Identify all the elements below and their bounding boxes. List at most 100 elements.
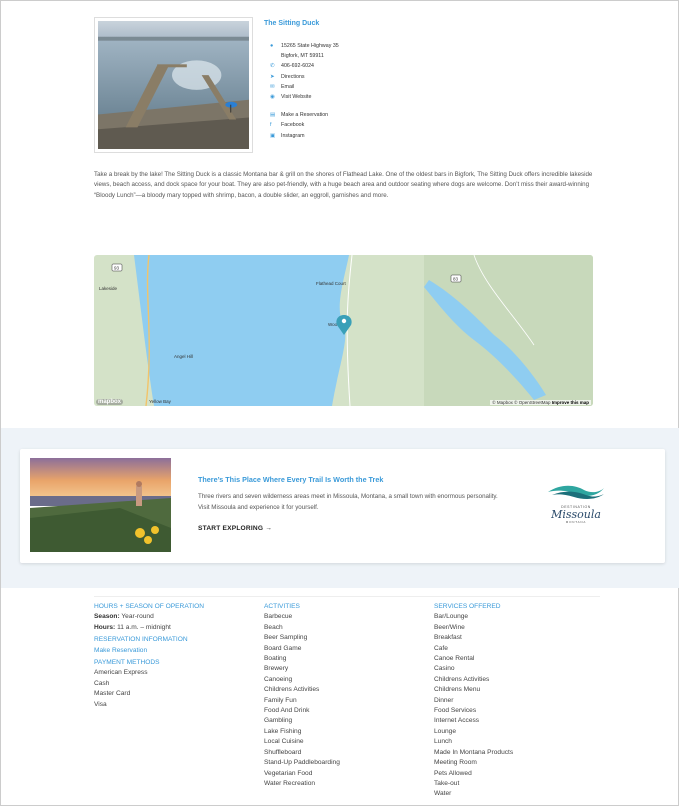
season-value: Year-round <box>121 613 154 621</box>
payment-item: Cash <box>94 679 110 687</box>
service-item: Childrens Activities <box>434 675 490 683</box>
map-label-lakeside: Lakeside <box>99 286 118 291</box>
service-item: Lounge <box>434 727 457 735</box>
activity-item: Food And Drink <box>264 707 310 715</box>
activity-item: Canoeing <box>264 675 293 683</box>
service-item: Meeting Room <box>434 759 477 767</box>
activity-item: Local Cuisine <box>264 738 304 746</box>
mapbox-logo[interactable]: mapbox <box>96 399 124 405</box>
reservation-heading: RESERVATION INFORMATION <box>94 636 188 644</box>
activity-item: Family Fun <box>264 696 297 704</box>
service-item: Cafe <box>434 644 448 652</box>
service-item: Beer/Wine <box>434 623 465 631</box>
services-column: SERVICES OFFERED Bar/Lounge Beer/Wine Br… <box>434 602 513 800</box>
promo-cta-label[interactable]: START EXPLORING <box>198 525 263 532</box>
service-item: Internet Access <box>434 717 480 725</box>
listing-description: Take a break by the lake! The Sitting Du… <box>94 171 593 199</box>
activity-item: Barbecue <box>264 613 293 621</box>
listing-title[interactable]: The Sitting Duck <box>264 20 319 27</box>
address-row: ● 15265 State Highway 35 Bigfork, MT 5991… <box>270 41 339 61</box>
activities-column: ACTIVITIES Barbecue Beach Beer Sampling … <box>264 602 340 789</box>
directions-row[interactable]: ➤ Directions <box>270 72 339 82</box>
map-label-yellow-bay: Yellow Bay <box>149 399 172 404</box>
service-item: Pets Allowed <box>434 769 472 777</box>
activity-item: Shuffleboard <box>264 748 302 756</box>
payment-item: Visa <box>94 700 107 708</box>
map-label-angel-hill: Angel Hill <box>174 354 193 359</box>
hours-value: 11 a.m. – midnight <box>117 623 171 631</box>
logo-wave-icon <box>548 485 604 499</box>
activity-item: Boating <box>264 655 287 663</box>
activity-item: Brewery <box>264 665 289 673</box>
payment-heading: PAYMENT METHODS <box>94 659 160 667</box>
improve-map-link[interactable]: Improve this map <box>552 400 589 405</box>
globe-icon: ◉ <box>270 94 275 101</box>
service-item: Water <box>434 790 452 798</box>
facebook-icon: f <box>270 122 272 129</box>
instagram-icon: ▣ <box>270 132 276 139</box>
directions-link[interactable]: Directions <box>281 72 305 82</box>
website-link[interactable]: Visit Website <box>281 92 311 102</box>
activity-item: Beach <box>264 623 283 631</box>
location-map[interactable]: 93 83 Lakeside Flathead Court Woods Bay … <box>94 255 593 406</box>
start-exploring-link[interactable]: START EXPLORING → <box>198 525 272 532</box>
service-item: Dinner <box>434 696 454 704</box>
address-line2: Bigfork, MT 59911 <box>281 53 324 60</box>
instagram-row[interactable]: ▣ Instagram <box>270 131 339 141</box>
activity-item: Stand-Up Paddleboarding <box>264 759 340 767</box>
activity-item: Lake Fishing <box>264 727 302 735</box>
service-item: Made In Montana Products <box>434 748 514 756</box>
promo-text: Three rivers and seven wilderness areas … <box>198 493 498 511</box>
activity-item: Beer Sampling <box>264 634 308 642</box>
promo-title[interactable]: There’s This Place Where Every Trail Is … <box>198 475 383 484</box>
season-label: Season: <box>94 613 120 621</box>
email-row[interactable]: ✉ Email <box>270 82 339 92</box>
activity-item: Childrens Activities <box>264 686 320 694</box>
directions-arrow-icon: ➤ <box>270 73 275 80</box>
service-item: Food Services <box>434 707 477 715</box>
service-item: Lunch <box>434 738 452 746</box>
payment-item: American Express <box>94 669 148 677</box>
service-item: Bar/Lounge <box>434 613 469 621</box>
logo-missoula-text: Missoula <box>551 508 601 521</box>
hours-column: HOURS + SEASON OF OPERATION Season: Year… <box>94 602 204 710</box>
service-item: Canoe Rental <box>434 655 475 663</box>
website-row[interactable]: ◉ Visit Website <box>270 92 339 102</box>
payment-item: Master Card <box>94 690 131 698</box>
promo-image[interactable] <box>30 458 171 552</box>
activities-heading: ACTIVITIES <box>264 603 300 610</box>
address-line1: 15265 State Highway 35 <box>281 43 339 49</box>
footer-divider <box>94 596 600 597</box>
make-reservation-link[interactable]: Make Reservation <box>94 646 204 656</box>
destination-missoula-logo[interactable]: DESTINATION Missoula MONTANA <box>542 482 610 532</box>
facebook-row[interactable]: f Facebook <box>270 120 339 130</box>
email-icon: ✉ <box>270 83 275 90</box>
reservation-link[interactable]: Make a Reservation <box>281 110 328 120</box>
phone-icon: ✆ <box>270 63 275 70</box>
instagram-link[interactable]: Instagram <box>281 131 305 141</box>
map-shield-83: 83 <box>453 277 459 282</box>
reservation-row[interactable]: ▤ Make a Reservation <box>270 110 339 120</box>
season-row: Season: Year-round <box>94 612 204 622</box>
facebook-link[interactable]: Facebook <box>281 120 304 130</box>
hours-label: Hours: <box>94 623 116 631</box>
services-heading: SERVICES OFFERED <box>434 603 501 610</box>
activity-item: Gambling <box>264 717 293 725</box>
hours-heading: HOURS + SEASON OF OPERATION <box>94 603 204 610</box>
service-item: Casino <box>434 665 455 673</box>
email-link[interactable]: Email <box>281 82 294 92</box>
map-shield-93: 93 <box>114 266 120 271</box>
service-item: Childrens Menu <box>434 686 481 694</box>
service-item: Take-out <box>434 779 460 787</box>
map-attribution: © Mapbox © OpenStreetMap Improve this ma… <box>490 400 591 405</box>
attribution-text[interactable]: © Mapbox © OpenStreetMap <box>492 400 550 405</box>
location-pin-icon: ● <box>270 43 274 49</box>
activity-item: Water Recreation <box>264 779 316 787</box>
phone-row[interactable]: ✆ 406-692-6024 <box>270 61 339 71</box>
activity-item: Board Game <box>264 644 302 652</box>
hours-row: Hours: 11 a.m. – midnight <box>94 623 204 633</box>
map-label-flathead-court: Flathead Court <box>316 281 347 286</box>
arrow-right-icon: → <box>265 525 272 532</box>
contact-list: ● 15265 State Highway 35 Bigfork, MT 5991… <box>270 41 339 141</box>
phone-link[interactable]: 406-692-6024 <box>281 61 314 71</box>
